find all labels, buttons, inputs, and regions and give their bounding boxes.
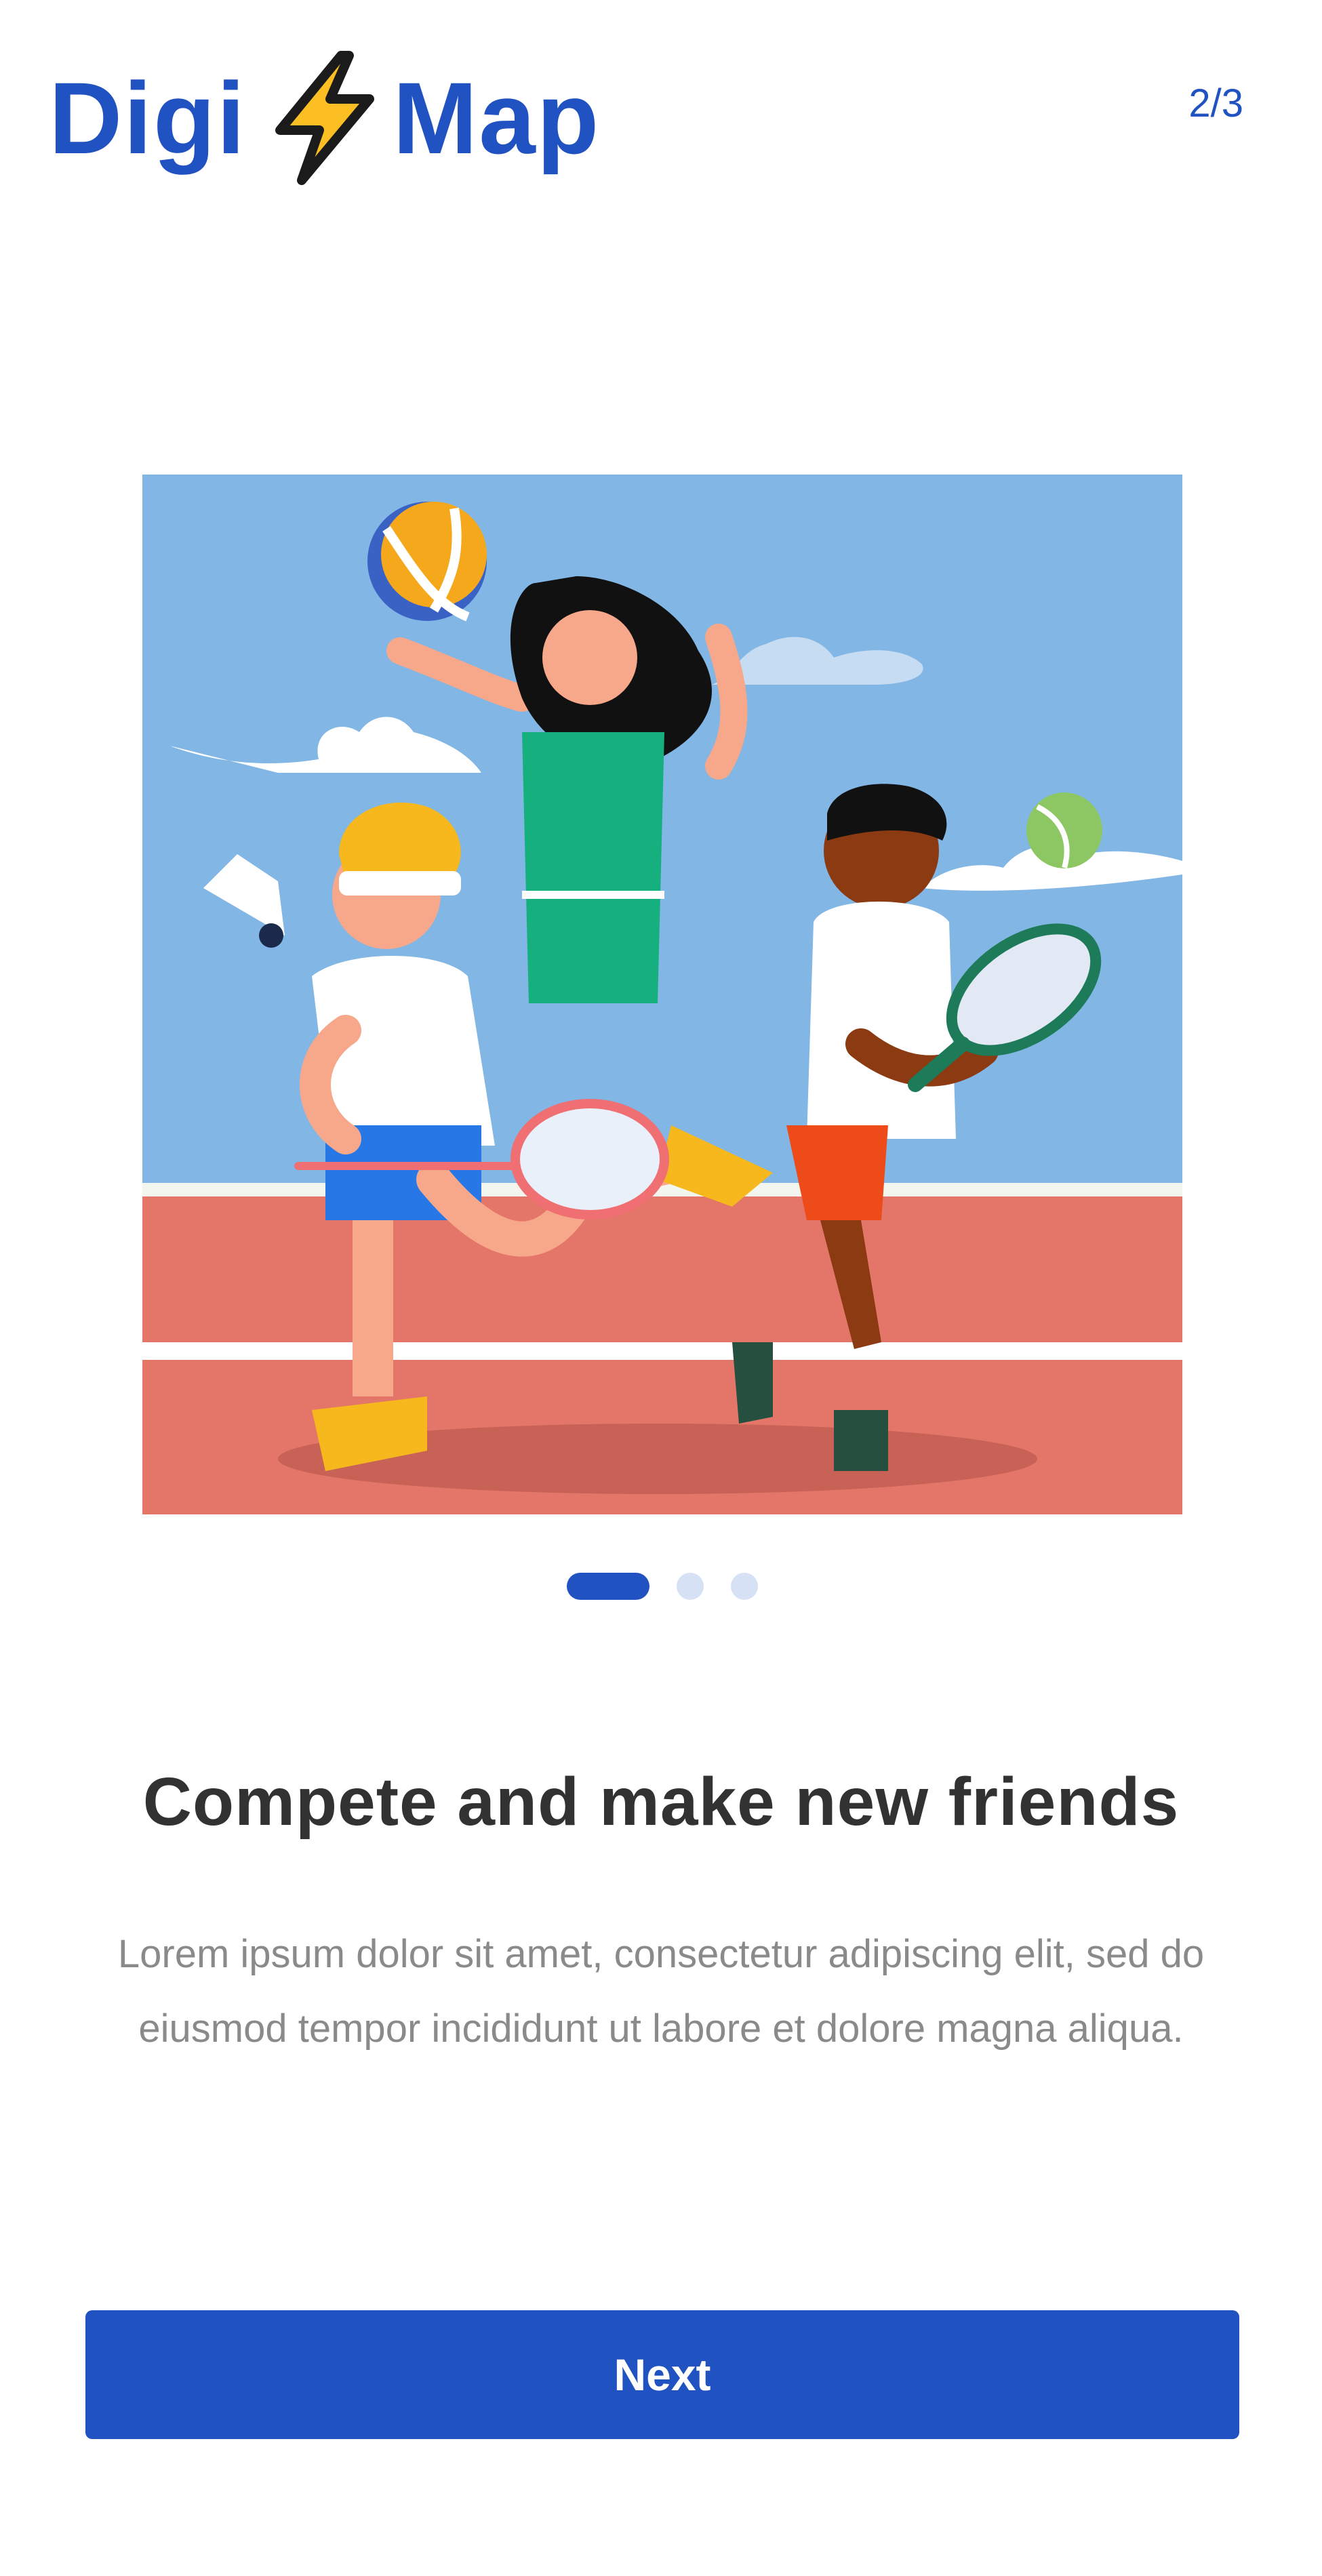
pagination-dot-2[interactable] [677,1573,704,1600]
onboarding-description: Lorem ipsum dolor sit amet, consectetur … [117,1932,1205,2051]
logo-text-left: Digi [49,61,247,175]
logo-text-right: Map [393,61,601,175]
kids-playing-sports-illustration [142,475,1182,1514]
header: Digi Map 2/3 [0,0,1322,217]
onboarding-title: Compete and make new friends [142,1764,1180,1840]
pagination-dot-1[interactable] [567,1573,649,1600]
illustration-art [142,475,1182,1514]
pagination-dot-3[interactable] [731,1573,758,1600]
lightning-bolt-icon [260,50,388,186]
app-logo: Digi Map [49,50,600,186]
page-indicator: 2/3 [1188,81,1243,125]
pagination-dots [0,1571,1322,1601]
next-button[interactable]: Next [85,2310,1239,2439]
